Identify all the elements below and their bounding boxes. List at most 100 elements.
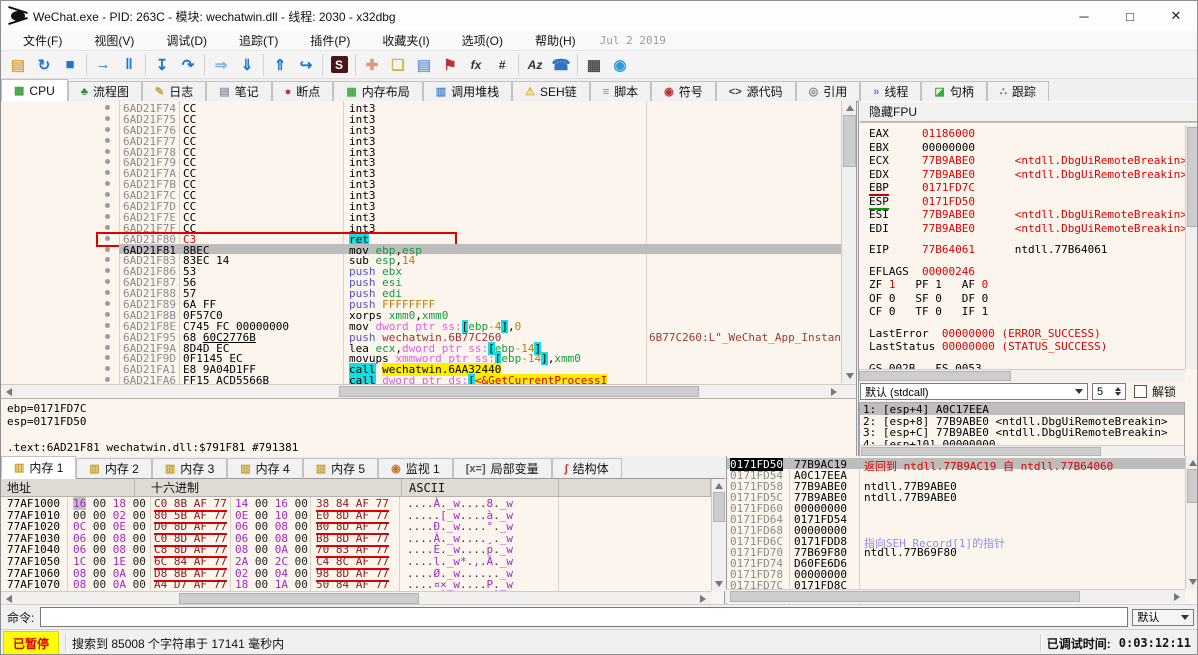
title-bar[interactable]: WeChat.exe - PID: 263C - 模块: wechatwin.d… xyxy=(1,1,1198,31)
dump-col-ascii[interactable]: ASCII xyxy=(409,481,445,495)
memory-dump-panel[interactable]: 地址 十六进制 ASCII 77AF100016 00 18 00C0 8B A… xyxy=(1,479,725,604)
tab-源代码[interactable]: <>源代码 xyxy=(716,81,796,102)
stack-row[interactable]: 0171FD7800000000 xyxy=(727,568,1185,579)
disasm-row[interactable]: 6AD21F7BCCint3 xyxy=(1,178,841,189)
menu-item-3[interactable]: 追踪(T) xyxy=(229,30,288,51)
breakpoint-dot-icon[interactable] xyxy=(105,149,110,154)
hide-fpu-button[interactable]: 隐藏FPU xyxy=(859,101,1198,123)
dump-row[interactable]: 77AF10200C 00 0E 00D0 8D AF 7706 00 08 0… xyxy=(1,520,711,532)
stack-row[interactable]: 0171FD640171FD54 xyxy=(727,513,1185,524)
tab-SEH链[interactable]: ⚠SEH链 xyxy=(512,81,590,102)
command-input[interactable] xyxy=(40,607,1128,627)
stack-row[interactable]: 0171FD74D60FE6D6 xyxy=(727,557,1185,568)
tab-引用[interactable]: ◎引用 xyxy=(796,81,861,102)
scylla-button[interactable]: S xyxy=(326,53,352,77)
menu-item-7[interactable]: 帮助(H) xyxy=(525,30,586,51)
breakpoint-dot-icon[interactable] xyxy=(105,377,110,382)
disasm-row[interactable]: 6AD21F77CCint3 xyxy=(1,135,841,146)
breakpoint-dot-icon[interactable] xyxy=(105,345,110,350)
bottom-tab-内存 5[interactable]: ▥内存 5 xyxy=(303,458,378,479)
disasm-row[interactable]: 6AD21F7CCCint3 xyxy=(1,189,841,200)
breakpoint-dot-icon[interactable] xyxy=(105,279,110,284)
disasm-row[interactable]: 6AD21F9568 60C2776Bpush wechatwin.6B77C2… xyxy=(1,331,841,342)
breakpoint-dot-icon[interactable] xyxy=(105,366,110,371)
disasm-row[interactable]: 6AD21F8EC745 FC 00000000mov dword ptr ss… xyxy=(1,320,841,331)
dump-row[interactable]: 77AF10501C 00 1E 006C 84 AF 772A 00 2C 0… xyxy=(1,555,711,567)
disassembly-vscrollbar[interactable] xyxy=(841,101,857,383)
step-out-button[interactable]: ⇑ xyxy=(267,53,293,77)
run-to-user-code-button[interactable]: ↪ xyxy=(293,53,319,77)
menu-item-0[interactable]: 文件(F) xyxy=(13,30,72,51)
register-row[interactable]: LastError 00000000 (ERROR_SUCCESS) xyxy=(869,327,1185,341)
breakpoint-dot-icon[interactable] xyxy=(105,334,110,339)
pause-button[interactable]: ‖ xyxy=(116,53,142,77)
bottom-tab-内存 4[interactable]: ▥内存 4 xyxy=(227,458,302,479)
register-row[interactable]: EIP 77B64061 ntdll.77B64061 xyxy=(869,243,1185,257)
bottom-tab-局部变量[interactable]: [x=]局部变量 xyxy=(453,458,552,479)
calculator-button[interactable]: ▦ xyxy=(581,53,607,77)
breakpoint-dot-icon[interactable] xyxy=(105,301,110,306)
stack-hscrollbar[interactable] xyxy=(726,589,1185,603)
stack-row[interactable]: 0171FD5077B9AC19返回到 ntdll.77B9AC19 自 ntd… xyxy=(727,458,1185,469)
menu-item-6[interactable]: 选项(O) xyxy=(452,30,513,51)
register-row[interactable]: ZF 1 PF 1 AF 0 xyxy=(869,278,1185,292)
register-row[interactable]: EDX 77B9ABE0 <ntdll.DbgUiRemoteBreakin> xyxy=(869,168,1185,182)
disasm-row[interactable]: 6AD21F7DCCint3 xyxy=(1,200,841,211)
breakpoint-dot-icon[interactable] xyxy=(105,138,110,143)
calling-convention-select[interactable]: 默认 (stdcall) xyxy=(860,383,1088,400)
register-list[interactable]: EAX 01186000EBX 00000000ECX 77B9ABE0 <nt… xyxy=(869,127,1185,375)
attach-button[interactable]: ☎ xyxy=(548,53,574,77)
argument-row[interactable]: 1: [esp+4] A0C17EEA xyxy=(860,403,1184,415)
registers-hscrollbar[interactable] xyxy=(859,369,1185,382)
menu-item-5[interactable]: 收藏夹(I) xyxy=(372,30,439,51)
help-globe-button[interactable]: ◉ xyxy=(607,53,633,77)
disasm-row[interactable]: 6AD21F75CCint3 xyxy=(1,113,841,124)
tab-句柄[interactable]: ◪句柄 xyxy=(921,81,986,102)
disasm-row[interactable]: 6AD21F8857push edi xyxy=(1,287,841,298)
tab-内存布局[interactable]: ▦内存布局 xyxy=(333,81,422,102)
stack-row[interactable]: 0171FD6C0171FDD8指向SEH_Record[1]的指针 xyxy=(727,535,1185,546)
argument-row[interactable]: 2: [esp+8] 77B9ABE0 <ntdll.DbgUiRemoteBr… xyxy=(860,415,1184,427)
breakpoint-dot-icon[interactable] xyxy=(105,312,110,317)
disasm-row[interactable]: 6AD21F76CCint3 xyxy=(1,124,841,135)
disasm-row[interactable]: 6AD21F8B0F57C0xorps xmm0,xmm0 xyxy=(1,309,841,320)
bottom-tab-监视 1[interactable]: ◉监视 1 xyxy=(378,458,453,479)
disasm-row[interactable]: 6AD21F80C3ret xyxy=(1,233,841,244)
disasm-row[interactable]: 6AD21F818BECmov ebp,esp xyxy=(1,244,841,255)
bottom-tab-内存 2[interactable]: ▥内存 2 xyxy=(76,458,151,479)
stack-row[interactable]: 0171FD5C77B9ABE0ntdll.77B9ABE0 xyxy=(727,491,1185,502)
stack-row[interactable]: 0171FD54A0C17EEA xyxy=(727,469,1185,480)
patches-button[interactable]: ✚ xyxy=(359,53,385,77)
register-row[interactable]: EBX 00000000 xyxy=(869,141,1185,155)
breakpoint-dot-icon[interactable] xyxy=(105,116,110,121)
menu-item-4[interactable]: 插件(P) xyxy=(300,30,360,51)
dump-row[interactable]: 77AF100016 00 18 00C0 8B AF 7714 00 16 0… xyxy=(1,497,711,509)
disasm-row[interactable]: 6AD21F8653push ebx xyxy=(1,265,841,276)
command-mode-select[interactable]: 默认 xyxy=(1132,609,1194,626)
tab-脚本[interactable]: ≡脚本 xyxy=(590,81,651,102)
dump-vscrollbar[interactable] xyxy=(711,479,726,591)
breakpoint-dot-icon[interactable] xyxy=(105,203,110,208)
breakpoint-dot-icon[interactable] xyxy=(105,127,110,132)
breakpoint-dot-icon[interactable] xyxy=(105,225,110,230)
restart-button[interactable]: ↻ xyxy=(31,53,57,77)
disasm-row[interactable]: 6AD21F896A FFpush FFFFFFFF xyxy=(1,298,841,309)
disasm-row[interactable]: 6AD21F9D0F1145 ECmovups xmmword ptr ss:[… xyxy=(1,352,841,363)
disasm-row[interactable]: 6AD21F79CCint3 xyxy=(1,156,841,167)
register-row[interactable]: ESI 77B9ABE0 <ntdll.DbgUiRemoteBreakin> xyxy=(869,208,1185,222)
tab-CPU[interactable]: ▦CPU xyxy=(1,79,68,102)
step-into-button[interactable]: ↧ xyxy=(149,53,175,77)
register-row[interactable]: ESP 0171FD50 xyxy=(869,195,1185,209)
stack-row[interactable]: 0171FD5877B9ABE0ntdll.77B9ABE0 xyxy=(727,480,1185,491)
step-over-button[interactable]: ↷ xyxy=(175,53,201,77)
dump-col-hex[interactable]: 十六进制 xyxy=(151,479,199,496)
stack-row[interactable]: 0171FD6000000000 xyxy=(727,502,1185,513)
close-button[interactable]: ✕ xyxy=(1153,1,1198,31)
stack-row[interactable]: 0171FD6800000000 xyxy=(727,524,1185,535)
stack-row[interactable]: 0171FD7077B69F80ntdll.77B69F80 xyxy=(727,546,1185,557)
dump-row[interactable]: 77AF104006 00 08 00C8 8D AF 7708 00 0A 0… xyxy=(1,543,711,555)
registers-vscrollbar[interactable] xyxy=(1185,125,1198,369)
run-to-selection-button[interactable]: ⇒ xyxy=(208,53,234,77)
register-row[interactable]: EAX 01186000 xyxy=(869,127,1185,141)
breakpoint-dot-icon[interactable] xyxy=(105,257,110,262)
